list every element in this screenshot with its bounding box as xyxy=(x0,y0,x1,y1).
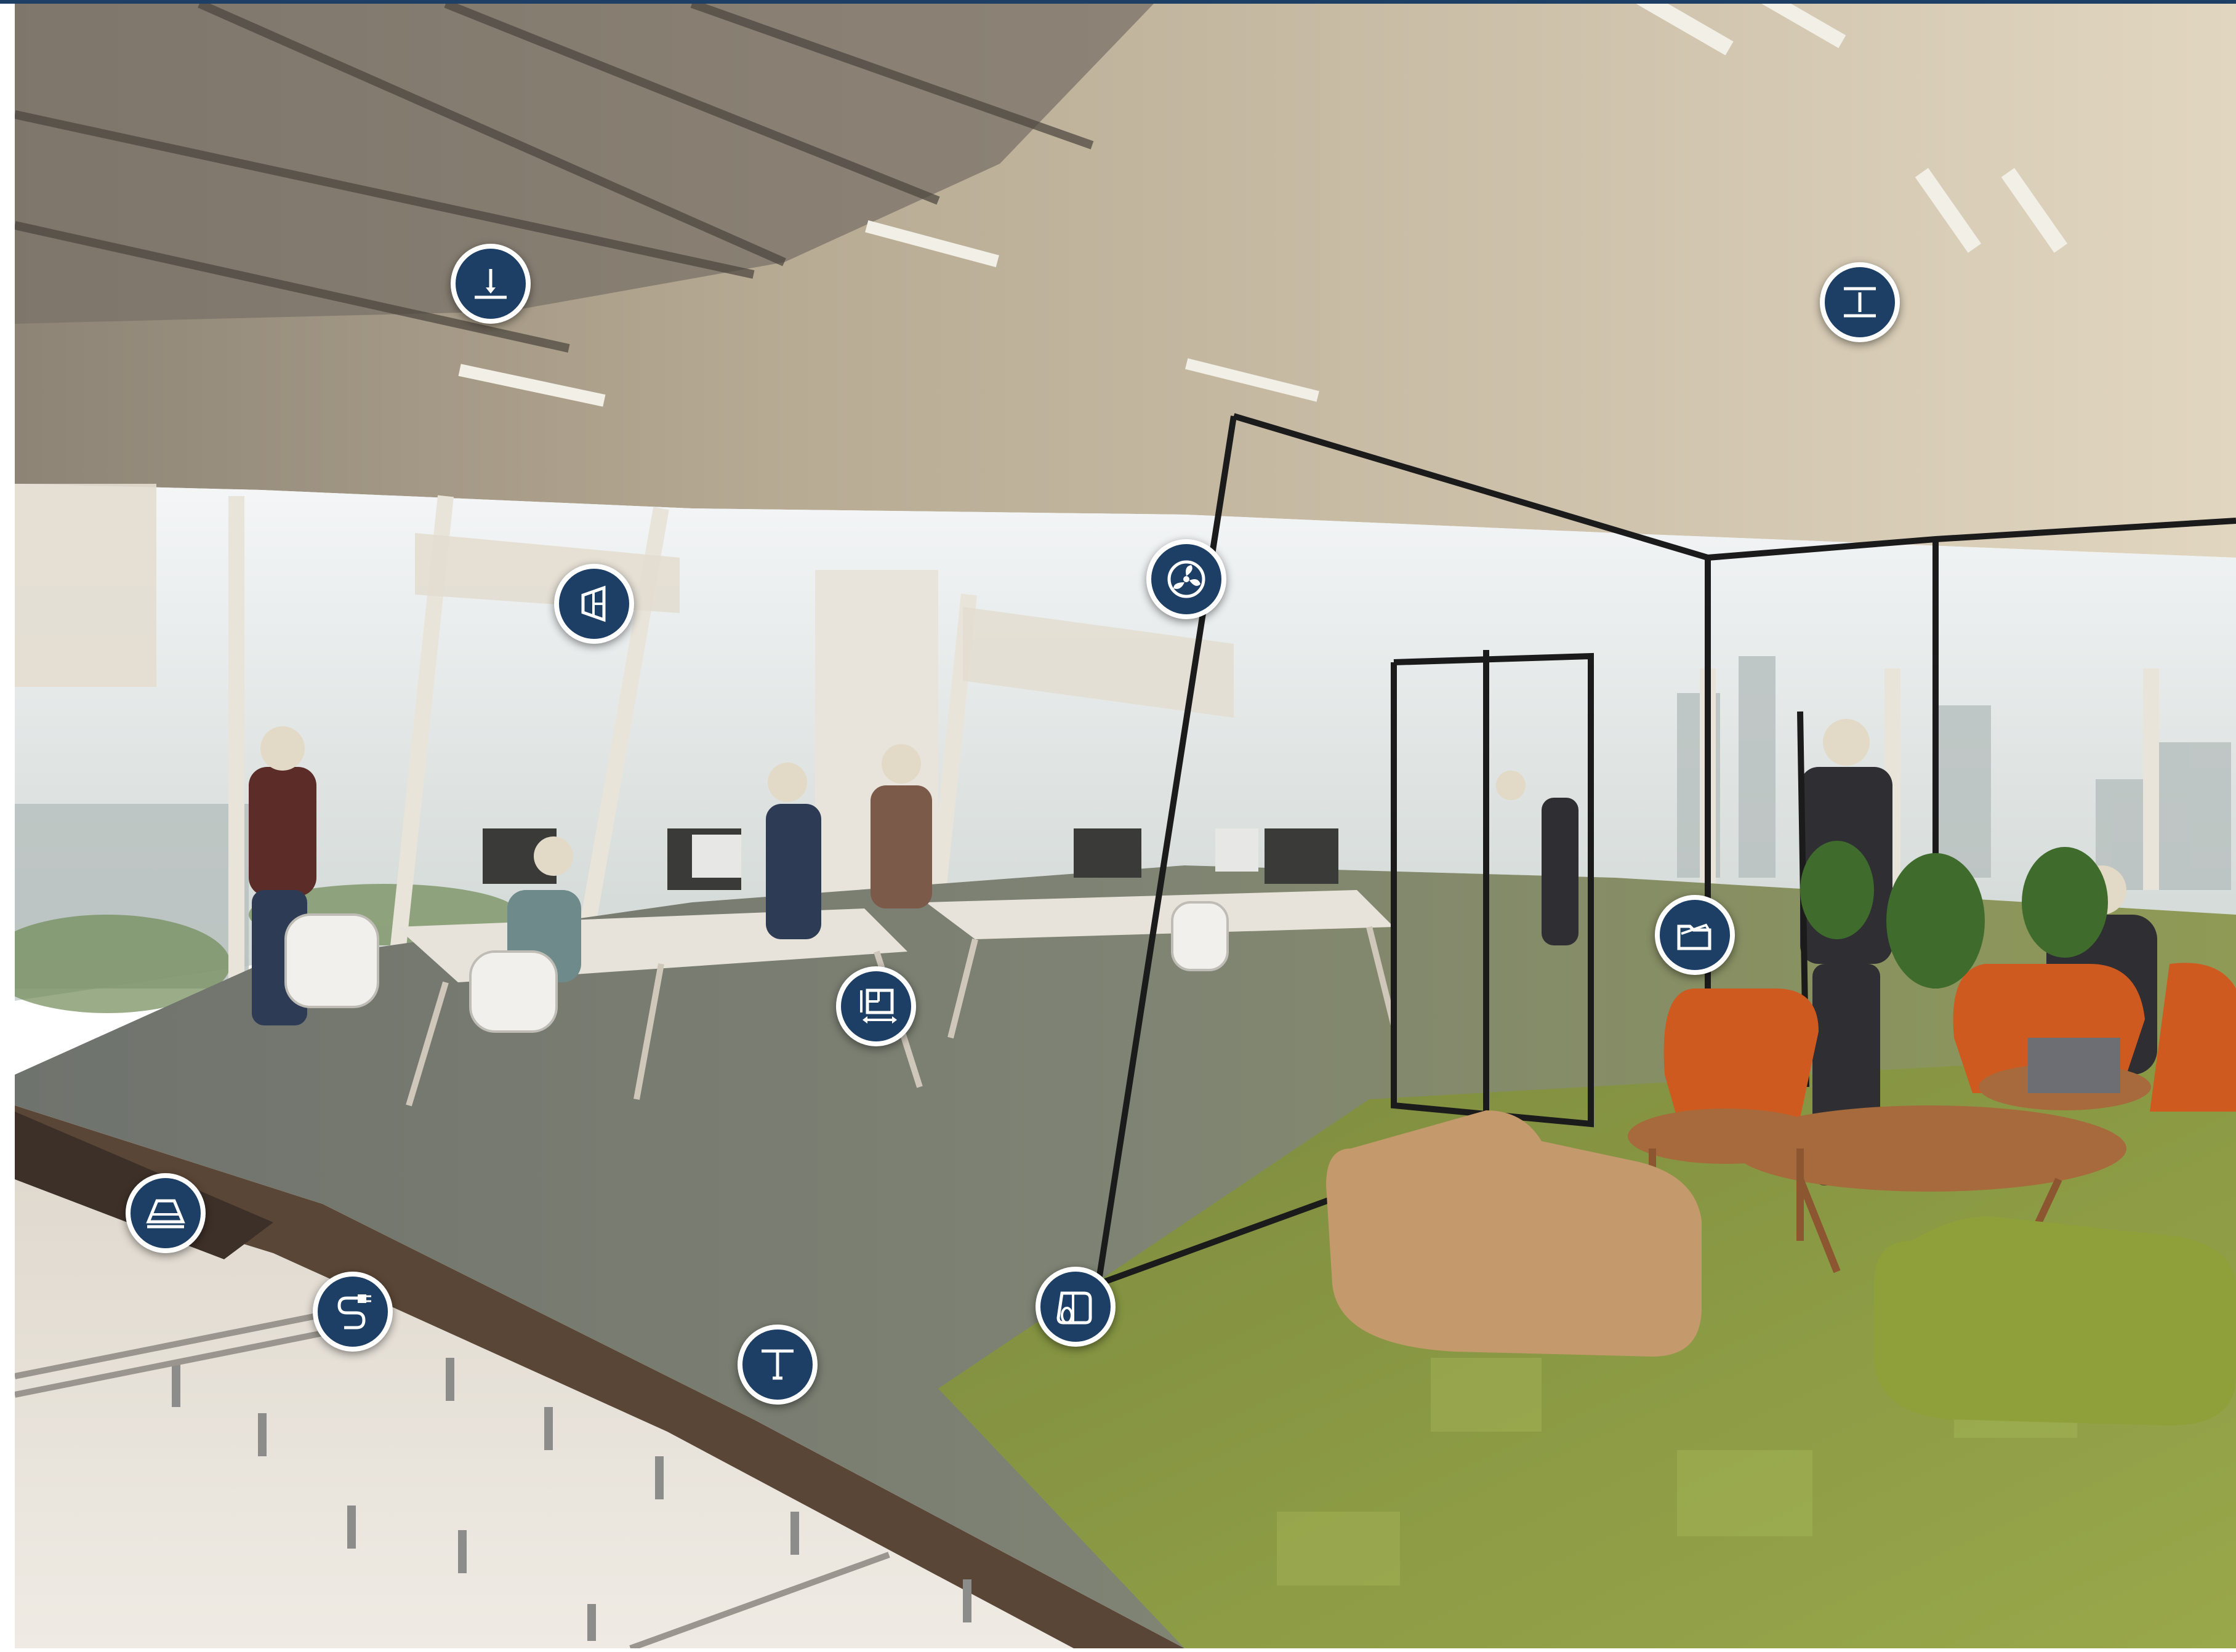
floor-box-icon xyxy=(146,1199,185,1229)
ceiling-panel-hotspot[interactable] xyxy=(1820,262,1900,342)
floor-pedestal-hotspot[interactable] xyxy=(738,1325,818,1405)
floor-box-hotspot[interactable] xyxy=(126,1173,206,1253)
office-scene-photo xyxy=(15,4,2236,1648)
furniture-folder-hotspot[interactable] xyxy=(1655,895,1735,975)
suspended-ceiling-hanger-hotspot[interactable] xyxy=(451,244,531,324)
office-interior-illustration xyxy=(15,4,2236,1648)
ceiling-hanger-icon xyxy=(475,269,507,299)
power-cable-icon xyxy=(337,1294,371,1329)
window-acoustic-hotspot[interactable] xyxy=(554,564,634,644)
fan-icon xyxy=(1167,560,1205,598)
pedestal-icon xyxy=(762,1349,794,1380)
floor-plan-icon xyxy=(860,988,897,1024)
carpet-roll-icon xyxy=(1056,1291,1092,1325)
power-cable-hotspot[interactable] xyxy=(313,1272,393,1352)
floor-plan-hotspot[interactable] xyxy=(836,966,916,1046)
window-panel-icon xyxy=(581,585,606,622)
folder-icon xyxy=(1677,923,1711,950)
ceiling-panel-icon xyxy=(1844,287,1876,318)
carpet-roll-hotspot[interactable] xyxy=(1036,1267,1116,1347)
ventilation-fan-hotspot[interactable] xyxy=(1146,539,1226,619)
